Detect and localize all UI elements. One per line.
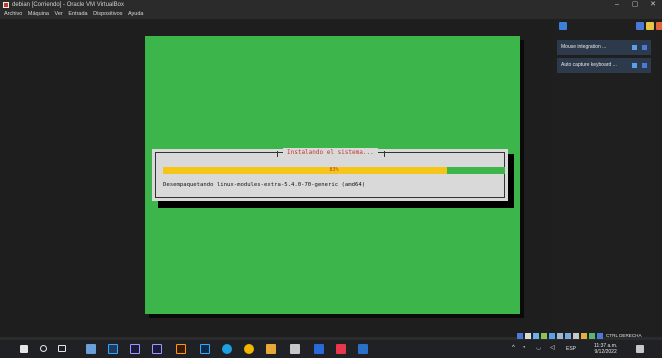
window-title: debian [Corriendo] - Oracle VM VirtualBo… <box>12 2 124 8</box>
notification-center-icon[interactable] <box>559 22 567 30</box>
volume-icon[interactable]: ◁ <box>550 345 555 351</box>
display-icon[interactable] <box>565 333 571 339</box>
chrome-icon[interactable] <box>244 344 254 354</box>
menu-maquina[interactable]: Máquina <box>28 10 49 19</box>
edge-icon[interactable] <box>222 344 232 354</box>
install-progress-dialog: Instalando el sistema... 83% Desempaquet… <box>152 148 508 201</box>
audio-icon[interactable] <box>533 333 539 339</box>
network-tray-icon[interactable]: ◡ <box>536 345 541 351</box>
illustrator-icon[interactable] <box>176 344 186 354</box>
info-icon[interactable] <box>632 63 637 68</box>
title-separator-right <box>384 151 385 157</box>
title-bar: debian [Corriendo] - Oracle VM VirtualBo… <box>0 0 662 10</box>
photoshop-icon[interactable] <box>108 344 118 354</box>
host-key-label: CTRL DERECHA <box>606 333 642 338</box>
network-icon[interactable] <box>541 333 547 339</box>
virtualbox-icon <box>3 2 9 8</box>
menu-ver[interactable]: Ver <box>55 10 63 19</box>
notifications-icon[interactable] <box>636 345 644 353</box>
search-icon[interactable] <box>40 345 47 352</box>
mouse-integration-icon[interactable] <box>589 333 595 339</box>
progress-bar: 83% <box>163 167 505 174</box>
recording-icon[interactable] <box>573 333 579 339</box>
maximize-button[interactable]: ▢ <box>626 0 644 10</box>
folder-icon[interactable] <box>266 344 276 354</box>
task-view-icon[interactable] <box>58 345 66 352</box>
shared-folders-icon[interactable] <box>557 333 563 339</box>
dialog-title: Instalando el sistema... <box>283 148 378 157</box>
vscode-icon[interactable] <box>314 344 324 354</box>
close-notification-icon[interactable] <box>642 63 647 68</box>
menu-ayuda[interactable]: Ayuda <box>128 10 144 19</box>
clock[interactable]: 11:37 a.m. 9/12/2022 <box>594 343 617 355</box>
app-icon[interactable] <box>336 344 346 354</box>
dialog-frame: Instalando el sistema... 83% Desempaquet… <box>155 148 505 198</box>
onedrive-icon[interactable]: ◔ <box>522 345 526 351</box>
dock-icon[interactable] <box>636 22 644 30</box>
screen-shadow-bottom <box>149 314 524 318</box>
menu-bar: Archivo Máquina Ver Entrada Dispositivos… <box>0 10 662 19</box>
progress-percent: 83% <box>329 167 339 173</box>
taskbar: ^ ◔ ◡ ◁ ESP 11:37 a.m. 9/12/2022 <box>0 340 662 358</box>
keyboard-icon[interactable] <box>597 333 603 339</box>
after-effects-icon[interactable] <box>130 344 140 354</box>
store-icon[interactable] <box>290 344 300 354</box>
notification-mouse-integration[interactable]: Mouse integration ... <box>557 40 651 55</box>
close-button[interactable]: ✕ <box>644 0 662 10</box>
photoshop-alt-icon[interactable] <box>200 344 210 354</box>
file-explorer-icon[interactable] <box>86 344 96 354</box>
notification-text: Mouse integration ... <box>561 44 607 50</box>
language-indicator[interactable]: ESP <box>566 346 576 352</box>
minimize-button[interactable]: – <box>608 0 626 10</box>
notification-auto-capture[interactable]: Auto capture keyboard ... <box>557 58 651 73</box>
panel-toolbar <box>556 22 662 34</box>
menu-entrada[interactable]: Entrada <box>68 10 87 19</box>
close-notification-icon[interactable] <box>642 45 647 50</box>
usb-icon[interactable] <box>549 333 555 339</box>
info-icon[interactable] <box>632 45 637 50</box>
title-separator-left <box>277 151 278 157</box>
install-status-text: Desempaquetando linux-modules-extra-5.4.… <box>163 182 366 188</box>
menu-dispositivos[interactable]: Dispositivos <box>93 10 122 19</box>
pin-icon[interactable] <box>646 22 654 30</box>
windows-start-icon[interactable] <box>20 345 28 353</box>
hard-disk-icon[interactable] <box>517 333 523 339</box>
optical-drive-icon[interactable] <box>525 333 531 339</box>
clock-date: 9/12/2022 <box>594 349 617 355</box>
premiere-icon[interactable] <box>152 344 162 354</box>
menu-archivo[interactable]: Archivo <box>4 10 22 19</box>
cpu-icon[interactable] <box>581 333 587 339</box>
screen-shadow-right <box>520 40 524 318</box>
vbox-status-bar: CTRL DERECHA <box>517 332 662 340</box>
notification-text: Auto capture keyboard ... <box>561 62 617 68</box>
show-hidden-icons-icon[interactable]: ^ <box>512 345 515 351</box>
virtualbox-taskbar-icon[interactable] <box>358 344 368 354</box>
settings-icon[interactable] <box>656 22 662 30</box>
